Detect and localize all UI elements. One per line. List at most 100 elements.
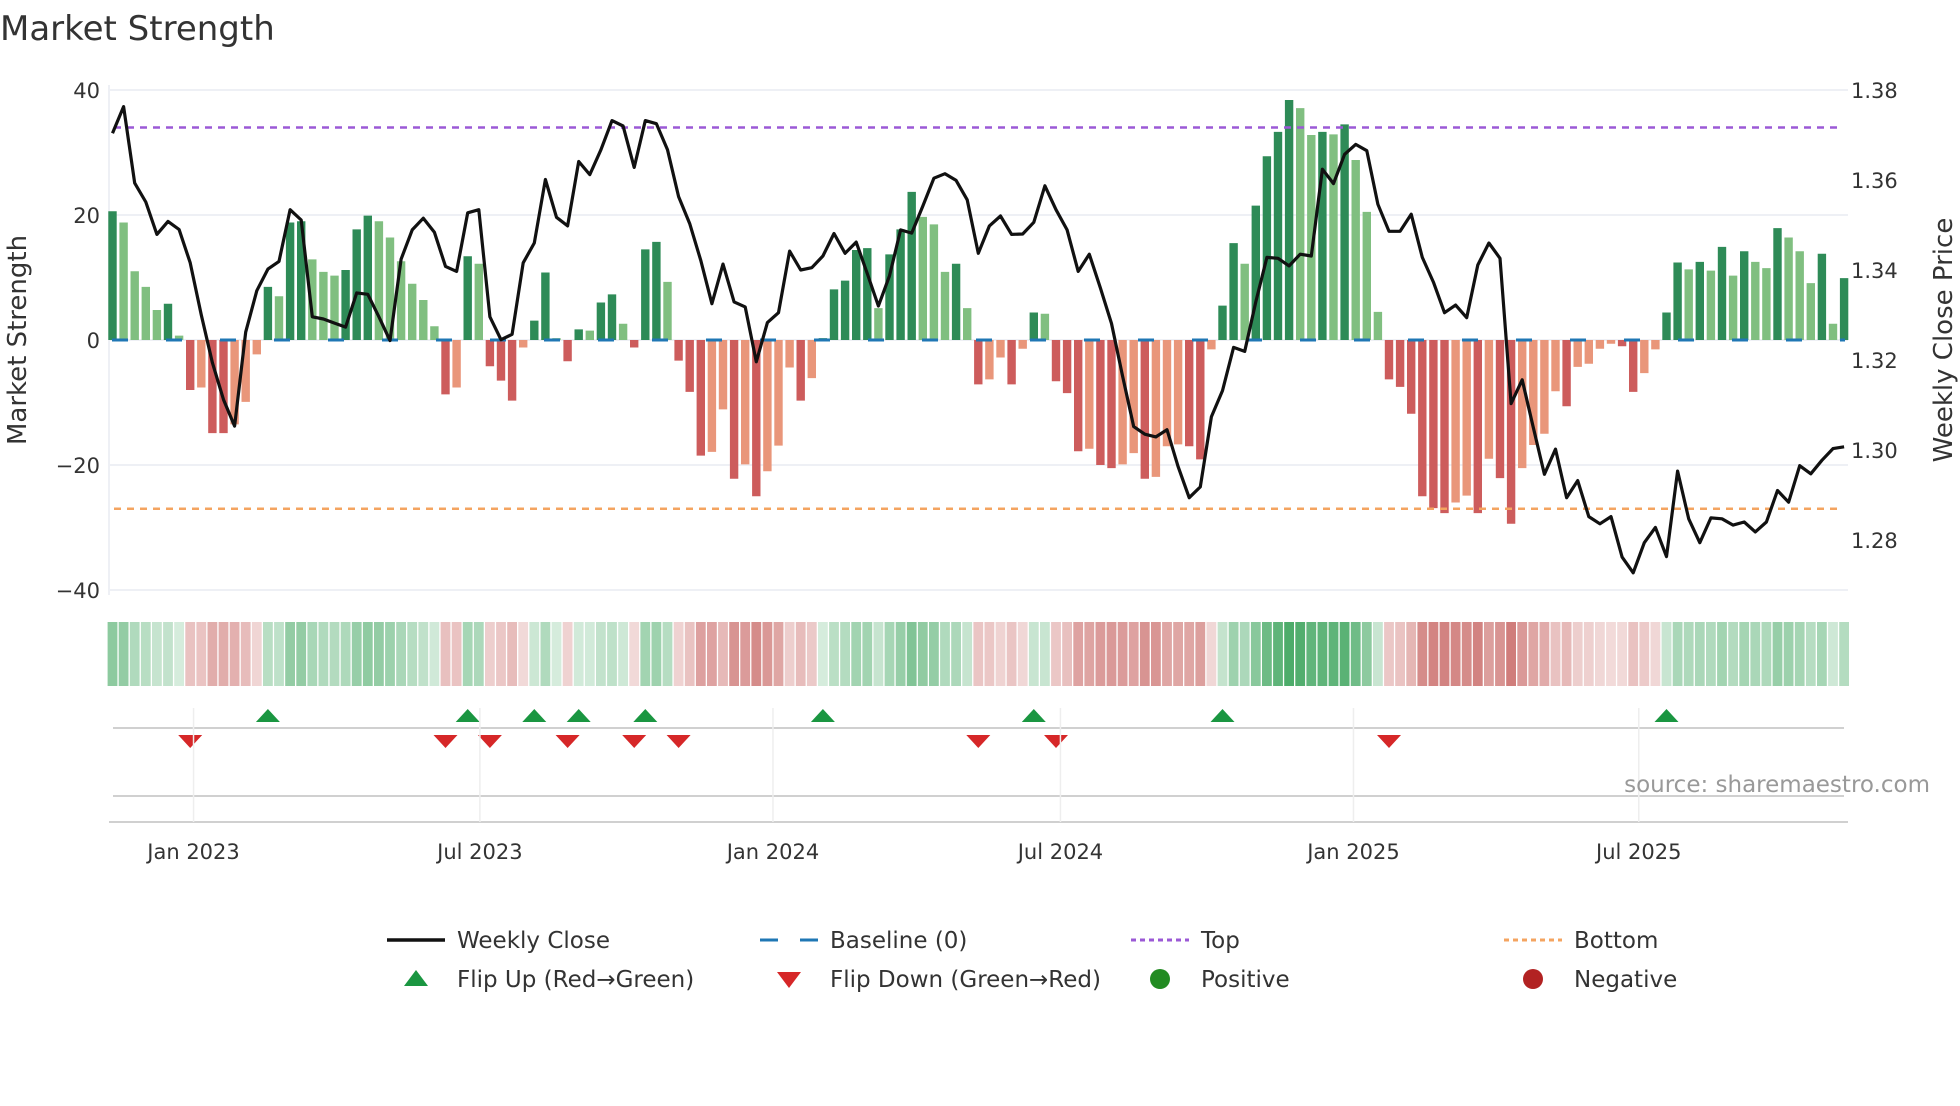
heat-cell [818, 622, 828, 686]
strength-bar [1107, 340, 1116, 469]
heat-cell [829, 622, 839, 686]
strength-bar [319, 271, 328, 340]
heat-cell [1006, 622, 1017, 686]
heat-cell [1239, 622, 1250, 686]
legend-label: Flip Up (Red→Green) [457, 967, 694, 993]
heat-cell [640, 622, 651, 686]
heat-cell [1040, 622, 1050, 686]
legend: Weekly Close Baseline (0) Top Bottom Flip Up… [387, 928, 1677, 993]
heat-cell [1373, 622, 1383, 686]
y-axis-title: Market Strength [3, 235, 33, 445]
heat-cell [1450, 622, 1461, 686]
flip-down-marker [622, 735, 647, 748]
strength-bar [1362, 211, 1371, 340]
strength-bar [1651, 340, 1660, 350]
legend-label: Negative [1574, 967, 1677, 993]
heat-cell [984, 622, 995, 686]
heat-cell [1084, 622, 1095, 686]
heat-cell [1062, 622, 1072, 686]
strength-bar [485, 340, 495, 367]
strength-bar [607, 294, 617, 340]
y2-tick-label: 1.38 [1851, 79, 1898, 103]
heat-cell [1495, 622, 1505, 686]
heat-cell [1173, 622, 1183, 686]
heat-cell [917, 622, 928, 686]
strength-bar [663, 281, 672, 340]
strength-bar [1595, 340, 1605, 349]
heat-cell [496, 622, 506, 686]
strength-bar [741, 340, 750, 465]
heat-cell [740, 622, 751, 686]
strength-bar [829, 289, 839, 340]
strength-bar [1551, 340, 1560, 392]
strength-bar [985, 340, 994, 380]
y2-tick-label: 1.36 [1851, 169, 1898, 193]
strength-bar [1795, 251, 1804, 340]
heat-cell [407, 622, 418, 686]
strength-bar [929, 224, 939, 340]
strength-bar [130, 271, 139, 340]
heat-cell [1328, 622, 1339, 686]
heat-cell [440, 622, 451, 686]
strength-bar [285, 222, 295, 340]
heat-cell [207, 622, 218, 686]
flip-down-marker [433, 735, 458, 748]
heat-cell [529, 622, 540, 686]
flip-up-marker [255, 709, 280, 722]
y2-tick-label: 1.32 [1851, 349, 1898, 373]
strength-bar [630, 340, 639, 348]
strength-bar [1817, 253, 1827, 340]
strength-bar [263, 286, 273, 340]
heat-cell [174, 622, 184, 686]
heat-cell [1506, 622, 1516, 686]
heat-cell [662, 622, 673, 686]
flip-up-marker [566, 709, 591, 722]
heat-cell [1595, 622, 1605, 686]
strength-bar [1196, 340, 1205, 460]
heat-cell [629, 622, 640, 686]
heat-cell [1772, 622, 1783, 686]
heat-cell [951, 622, 961, 686]
flip-down-marker [966, 735, 991, 748]
strength-bar [1440, 340, 1449, 514]
strength-bar [352, 229, 361, 340]
heat-cell [573, 622, 584, 686]
heat-cell [1228, 622, 1239, 686]
heat-cell [507, 622, 517, 686]
y-axis-ticks: 40 20 0 −20 −40 [56, 79, 100, 603]
legend-label: Positive [1201, 967, 1290, 993]
heat-cell [1017, 622, 1028, 686]
strength-bar [585, 330, 594, 340]
heat-cell [1694, 622, 1705, 686]
strength-bar [430, 326, 439, 340]
x-tick-label: Jan 2024 [725, 840, 820, 864]
strength-bars [108, 100, 1849, 524]
heat-cell [185, 622, 196, 686]
heat-cell [1539, 622, 1550, 686]
y2-tick-label: 1.30 [1851, 439, 1898, 463]
strength-bar [1629, 340, 1638, 392]
heat-cell [1284, 622, 1294, 686]
heat-cell [773, 622, 784, 686]
heat-cell [1317, 622, 1328, 686]
strength-bar [1584, 340, 1593, 364]
strength-bar [1717, 246, 1727, 340]
flip-down-marker [1377, 735, 1401, 748]
flip-down-marker [178, 735, 203, 748]
heat-cell [1406, 622, 1417, 686]
heat-cell [1151, 622, 1161, 686]
heat-cell [596, 622, 606, 686]
heat-cell [140, 622, 151, 686]
strength-bar [1606, 340, 1616, 344]
heat-cell [840, 622, 850, 686]
heat-cell [1706, 622, 1716, 686]
strength-bar [186, 340, 195, 390]
heat-cell [1306, 622, 1317, 686]
x-tick-label: Jul 2023 [435, 840, 522, 864]
strength-bar [274, 296, 284, 340]
heat-cell [1417, 622, 1428, 686]
heat-cell [318, 622, 329, 686]
strength-bar [763, 340, 772, 472]
heat-cell [962, 622, 973, 686]
heat-cell [562, 622, 573, 686]
